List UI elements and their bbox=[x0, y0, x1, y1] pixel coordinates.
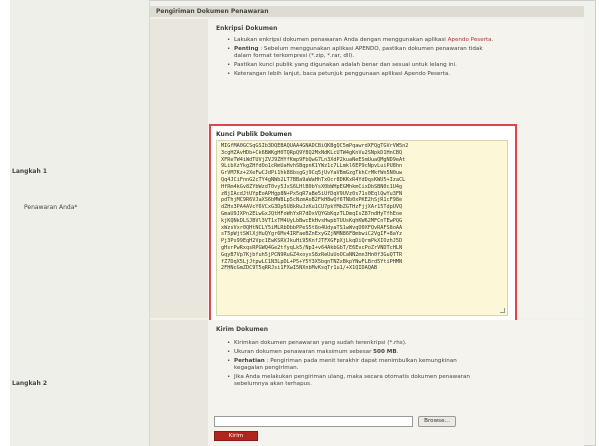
browse-button[interactable]: Browse... bbox=[418, 416, 456, 427]
step1-label-cell bbox=[150, 19, 208, 318]
instruction-item: Ukuran dokumen penawaran maksimum sebesa… bbox=[226, 349, 476, 356]
step1-subtitle: Enkripsi Dokumen bbox=[216, 25, 278, 32]
emphasis-text: Perhatian bbox=[234, 358, 265, 364]
key-line: pdThjMC9R6VJaXS6bMW8Lp5cNzmAoB2FkH8wQf6T… bbox=[221, 197, 403, 204]
key-line: sT5pWjtSWlXjHuQYgr6Mv4IRFaeBZnExyGZjNMN8… bbox=[221, 231, 403, 238]
instruction-text: Kirimkan dokumen penawaran yang sudah te… bbox=[234, 340, 407, 346]
resize-grip-icon[interactable] bbox=[500, 308, 505, 313]
step2-instructions: Kirimkan dokumen penawaran yang sudah te… bbox=[226, 340, 476, 390]
key-line: gHsrPwRxqsRPGWQ4Ge2tfyqLk5/NpI+v64AkbGbT… bbox=[221, 244, 403, 251]
instruction-text: : Sebelum menggunakan aplikasi APENDO, p… bbox=[234, 46, 483, 59]
step1-label: Langkah 1 bbox=[12, 168, 48, 175]
key-line: 9LibXzYkgZHfdOo1cRmUaHvhSBqpnK1YWz1c7LLm… bbox=[221, 163, 403, 170]
key-line: dZHx3PA4AVcY6VCxG3Dp5U8kRuJzKu1CU7pkYMbZ… bbox=[221, 204, 403, 211]
file-path-input[interactable] bbox=[214, 416, 413, 427]
instruction-item: Jika Anda melakukan pengiriman ulang, ma… bbox=[226, 374, 476, 388]
public-key-title: Kunci Publik Dokumen bbox=[216, 131, 292, 138]
instruction-text: . bbox=[396, 349, 399, 355]
instruction-item: Penting : Sebelum menggunakan aplikasi A… bbox=[226, 46, 496, 60]
instruction-text: : Pengiriman pada menit terakhir dapat m… bbox=[234, 358, 457, 371]
instruction-text: Pastikan kunci publik yang digunakan ada… bbox=[234, 62, 457, 68]
key-line: GqyB7Vp7Kjbfuh5jPCN9RuGZ4xoyxS8zReUuUoOC… bbox=[221, 251, 403, 258]
key-line: xWzsVxr0QHtNCLY5iMLRbDbbPPeS5t8o4UdyaTS1… bbox=[221, 224, 403, 231]
emphasis-text: 500 MB bbox=[373, 349, 397, 355]
key-line: MIGfMA0GCSqGSIb3DQEBAQUAA4GNADCBiQKBgQC5… bbox=[221, 143, 409, 149]
key-line: Qq4JCiFnnG2cTY4gNWb2LT7BBa9aWaHhTxOcr8DK… bbox=[221, 176, 406, 183]
key-line: Pj3Ps99EqH2Vpc1EwKSRVJkuHi95KnfJTFXGFpXj… bbox=[221, 238, 403, 245]
instruction-text: . bbox=[491, 37, 494, 43]
key-line: 2FHNcGmZDC9T5qRRJsi1FXwI5NXnbMvKsqTr1u1/… bbox=[221, 265, 378, 272]
instruction-text: Keterangan lebih lanjut, baca petunjuk p… bbox=[234, 71, 451, 77]
key-line: HfRm4kGv8ZYbWzdT0vy5JxS6LHlB0bYsX0bWHpEG… bbox=[221, 183, 403, 190]
instruction-text: Ukuran dokumen penawaran maksimum sebesa… bbox=[234, 349, 374, 355]
section-header: Pengiriman Dokumen Penawaran bbox=[150, 6, 584, 17]
emphasis-text: Penting bbox=[234, 46, 259, 52]
apendo-link[interactable]: Apendo Peserta bbox=[448, 37, 492, 43]
instruction-text: Lakukan enkripsi dokumen penawaran Anda … bbox=[234, 37, 448, 43]
step2-content: Kirim Dokumen Kirimkan dokumen penawaran… bbox=[208, 320, 584, 446]
step2-subtitle: Kirim Dokumen bbox=[216, 326, 269, 333]
key-line: 3cgHZAvHDb+Ck6BWKgH0TQRpQ9Y8Q2MxNdKLcUTW… bbox=[221, 149, 403, 156]
instruction-item: Lakukan enkripsi dokumen penawaran Anda … bbox=[226, 37, 496, 44]
key-line: fZ7DqX5LjJtpwLC1N3LpDL+P5+Y5Y3X5bqnTNZxB… bbox=[221, 258, 403, 265]
key-line: zBjIAcdJtUYpEoAPHgp8N+Px5qR7aBe5iUfDqV9U… bbox=[221, 190, 403, 197]
step2-label: Langkah 2 bbox=[12, 380, 48, 387]
step2-label-cell bbox=[150, 320, 208, 446]
instruction-item: Keterangan lebih lanjut, baca petunjuk p… bbox=[226, 71, 496, 78]
field-label-penawaran: Penawaran Anda* bbox=[24, 204, 78, 211]
key-line: XFReTW4iWdTUVjZVJ9ZHYfKmp9FbQwG7Ln3XdP2k… bbox=[221, 156, 406, 163]
instruction-item: Pastikan kunci publik yang digunakan ada… bbox=[226, 62, 496, 69]
instruction-item: Perhatian : Pengiriman pada menit terakh… bbox=[226, 358, 476, 372]
send-button[interactable]: Kirim bbox=[214, 431, 258, 441]
key-line: GrVM7Kz+2XeFwCJdPi1hk88bsgGj9Cq5jUvYaVBm… bbox=[221, 170, 403, 177]
key-line: GmaU9JXPn2ELwGxJQtHFoWhYxR7dDxVQYGbKqzTL… bbox=[221, 210, 403, 217]
instruction-text: Jika Anda melakukan pengiriman ulang, ma… bbox=[234, 374, 470, 387]
key-line: kjKQNkDLSJBVl3VT1xTM4UyLbBwcEkHvsHwpbTUU… bbox=[221, 217, 403, 224]
instruction-item: Kirimkan dokumen penawaran yang sudah te… bbox=[226, 340, 476, 347]
step1-instructions: Lakukan enkripsi dokumen penawaran Anda … bbox=[226, 37, 496, 80]
public-key-textarea[interactable]: MIGfMA0GCSqGSIb3DQEBAQUAA4GNADCBiQKBgQC5… bbox=[216, 140, 508, 316]
public-key-box: Kunci Publik Dokumen MIGfMA0GCSqGSIb3DQE… bbox=[209, 124, 517, 322]
